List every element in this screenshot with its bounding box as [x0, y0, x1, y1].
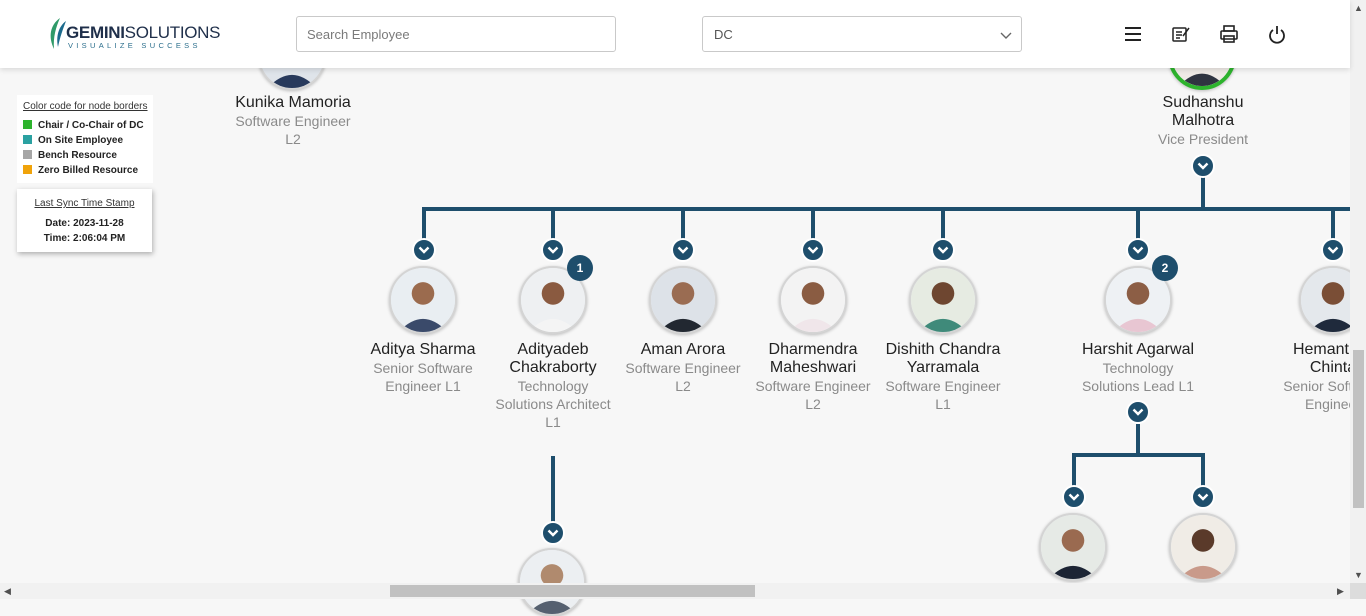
node-role: Software Engineer L2 [625, 360, 741, 394]
adityadeb-report-avatar[interactable] [518, 548, 586, 616]
dharmendra-avatar[interactable] [779, 266, 847, 334]
scroll-left-icon[interactable]: ◀ [4, 586, 11, 596]
expand-toggle-aditya[interactable] [412, 238, 436, 262]
node-role: Vice President [1157, 131, 1248, 147]
node-dharmendra[interactable]: Dharmendra Maheshwari Software Engineer … [738, 341, 888, 413]
node-hemanth-clip: Hemanth K Chinta Senior Software Enginee… [1258, 341, 1350, 421]
legend-title: Color code for node borders [23, 101, 148, 112]
expand-toggle-aman[interactable] [671, 238, 695, 262]
chevron-down-icon [1197, 162, 1209, 170]
chevron-down-icon [1132, 246, 1144, 254]
logo-tagline: VISUALIZE SUCCESS [68, 41, 201, 50]
chevron-down-icon [1197, 493, 1209, 501]
scroll-right-icon[interactable]: ▶ [1337, 586, 1344, 596]
node-harshit[interactable]: Harshit Agarwal Technology Solutions Lea… [1063, 341, 1213, 395]
harshit-report-1-avatar[interactable] [1039, 513, 1107, 581]
dishith-avatar[interactable] [909, 266, 977, 334]
legend-swatch [23, 150, 32, 159]
node-name: Dishith Chandra Yarramala [885, 341, 1001, 376]
node-role: Senior Software Engineer L1 [373, 360, 473, 394]
border-color-legend: Color code for node borders Chair / Co-C… [17, 95, 153, 183]
dc-select[interactable]: DC [702, 16, 1022, 52]
node-role: Software Engineer L1 [885, 378, 1001, 412]
expand-toggle-harshit[interactable] [1126, 238, 1150, 262]
node-name: Aditya Sharma [370, 341, 476, 358]
expand-toggle-dishith[interactable] [931, 238, 955, 262]
vertical-scroll-thumb[interactable] [1353, 350, 1364, 508]
node-kunika[interactable]: Kunika Mamoria Software Engineer L2 [218, 94, 368, 148]
chevron-down-icon [1068, 493, 1080, 501]
chevron-down-icon [1327, 246, 1339, 254]
reports-count-badge: 1 [567, 255, 593, 281]
node-aman[interactable]: Aman Arora Software Engineer L2 [608, 341, 758, 395]
chevron-down-icon [1132, 408, 1144, 416]
expand-toggle-dharmendra[interactable] [801, 238, 825, 262]
horizontal-scroll-thumb[interactable] [390, 585, 755, 597]
legend-swatch [23, 165, 32, 174]
logo-wordmark: GEMINISOLUTIONS [66, 23, 221, 42]
node-name: Aman Arora [640, 341, 726, 358]
menu-icon[interactable] [1123, 24, 1143, 44]
node-aditya[interactable]: Aditya Sharma Senior Software Engineer L… [348, 341, 498, 395]
chevron-down-icon [937, 246, 949, 254]
aditya-avatar[interactable] [389, 266, 457, 334]
print-icon[interactable] [1219, 24, 1239, 44]
node-name: Adityadeb Chakraborty [509, 341, 597, 376]
chevron-down-icon [1000, 32, 1012, 39]
harshit-report-2-avatar[interactable] [1169, 513, 1237, 581]
node-name: Sudhanshu Malhotra [1162, 94, 1244, 129]
node-adityadeb[interactable]: Adityadeb Chakraborty Technology Solutio… [478, 341, 628, 431]
power-icon[interactable] [1267, 24, 1287, 44]
node-role: Software Engineer L2 [755, 378, 871, 412]
node-sudhanshu[interactable]: Sudhanshu Malhotra Vice President [1128, 94, 1278, 148]
legend-swatch [23, 135, 32, 144]
legend-swatch [23, 120, 32, 129]
dc-select-value: DC [714, 27, 733, 42]
scroll-up-icon[interactable]: ▲ [1354, 3, 1363, 13]
chevron-down-icon [418, 246, 430, 254]
sync-title: Last Sync Time Stamp [34, 198, 135, 209]
node-name: Hemanth K Chinta [1292, 341, 1350, 376]
chevron-down-icon [807, 246, 819, 254]
expand-toggle-hemanth[interactable] [1321, 238, 1345, 262]
node-role: Senior Software Engineer [1283, 378, 1350, 412]
node-hemanth[interactable]: Hemanth K Chinta Senior Software Enginee… [1258, 341, 1350, 413]
node-name: Dharmendra Maheshwari [768, 341, 858, 376]
chevron-down-icon [547, 529, 559, 537]
vertical-scrollbar[interactable]: ▲ ▼ [1350, 0, 1366, 583]
last-sync-panel: Last Sync Time Stamp Date: 2023-11-28 Ti… [17, 189, 152, 252]
node-role: Technology Solutions Lead L1 [1081, 360, 1195, 394]
sync-date: Date: 2023-11-28 [45, 218, 124, 229]
sync-time: Time: 2:06:04 PM [43, 233, 126, 244]
gemini-leaf-icon [50, 18, 66, 49]
gemini-logo[interactable]: GEMINISOLUTIONS VISUALIZE SUCCESS [46, 16, 221, 52]
aman-avatar[interactable] [649, 266, 717, 334]
scroll-down-icon[interactable]: ▼ [1354, 570, 1363, 580]
expand-toggle-harshit-report-2[interactable] [1191, 485, 1215, 509]
collapse-toggle-harshit-reports[interactable] [1126, 400, 1150, 424]
node-role: Technology Solutions Architect L1 [495, 378, 611, 430]
horizontal-scrollbar[interactable]: ◀ ▶ [0, 583, 1350, 599]
notes-icon[interactable] [1171, 24, 1191, 44]
scrollbar-corner [1350, 583, 1366, 599]
reports-count-badge: 2 [1152, 255, 1178, 281]
expand-toggle-adityadeb-report[interactable] [541, 521, 565, 545]
node-name: Kunika Mamoria [235, 94, 351, 111]
top-bar: GEMINISOLUTIONS VISUALIZE SUCCESS DC [0, 0, 1350, 68]
node-name: Harshit Agarwal [1081, 341, 1195, 358]
chevron-down-icon [677, 246, 689, 254]
node-role: Software Engineer L2 [235, 113, 351, 147]
expand-toggle-adityadeb[interactable] [541, 238, 565, 262]
expand-toggle-harshit-report-1[interactable] [1062, 485, 1086, 509]
node-dishith[interactable]: Dishith Chandra Yarramala Software Engin… [868, 341, 1018, 413]
expand-toggle-sudhanshu[interactable] [1191, 154, 1215, 178]
chevron-down-icon [547, 246, 559, 254]
search-employee-input[interactable] [296, 16, 616, 52]
